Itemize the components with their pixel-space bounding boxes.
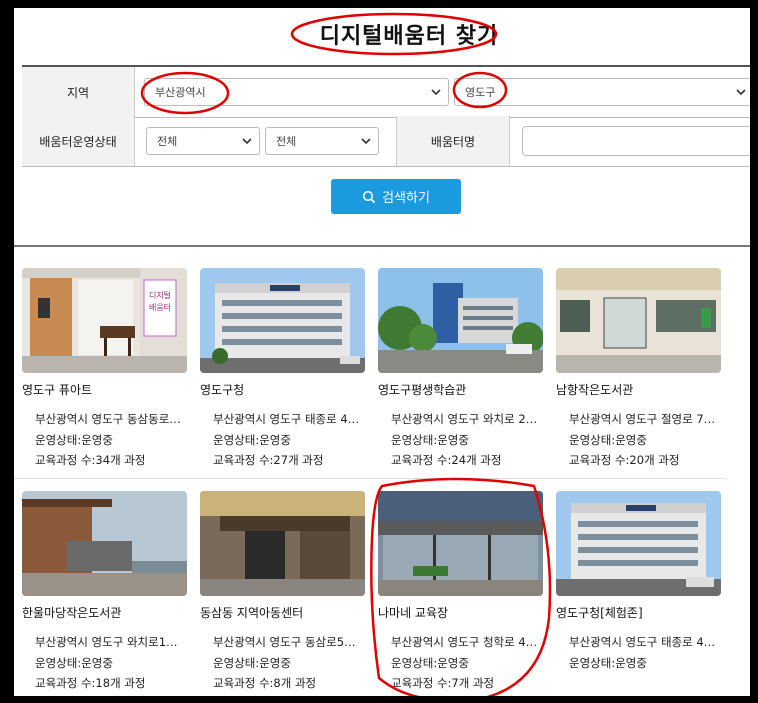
card-status: 운영상태:운영중 <box>391 656 469 670</box>
card-status: 운영상태:운영중 <box>35 433 113 447</box>
chevron-down-icon <box>431 89 441 96</box>
card-courses: 교육과정 수:8개 과정 <box>213 676 317 690</box>
card-status: 운영상태:운영중 <box>569 656 647 670</box>
region-row: 지역 부산광역시 영도구 <box>22 65 750 118</box>
search-button-label: 검색하기 <box>382 191 430 206</box>
card-title: 남항작은도서관 <box>556 383 634 397</box>
card-status: 운영상태:운영중 <box>213 433 291 447</box>
card-courses: 교육과정 수:7개 과정 <box>391 676 495 690</box>
card-courses: 교육과정 수:20개 과정 <box>569 453 680 467</box>
card-thumbnail: 디지털 배움터 <box>22 268 187 373</box>
card-address: 부산광역시 영도구 와치로1… <box>35 635 178 649</box>
card-title: 나마네 교육장 <box>378 606 449 620</box>
card-courses: 교육과정 수:34개 과정 <box>35 453 146 467</box>
card-address: 부산광역시 영도구 동삼동로… <box>35 412 181 426</box>
card-title: 영도구청[체험존] <box>556 606 643 620</box>
thumb-sign-1: 디지털 <box>149 290 171 300</box>
card-thumbnail <box>200 491 365 596</box>
card-address: 부산광역시 영도구 동삼로5… <box>213 635 356 649</box>
district-select[interactable]: 영도구 <box>454 78 750 106</box>
card-status: 운영상태:운영중 <box>569 433 647 447</box>
city-select-value: 부산광역시 <box>155 86 206 99</box>
card-address: 부산광역시 영도구 태종로 4… <box>213 412 360 426</box>
search-icon <box>362 190 376 203</box>
page: 디지털배움터 찾기 지역 부산광역시 영도구 배움터운영상태 전체 전체 배움터… <box>14 8 750 696</box>
chevron-down-icon <box>361 138 371 145</box>
divider <box>14 245 750 247</box>
card-title: 영도구평생학습관 <box>378 383 467 397</box>
card-thumbnail <box>200 268 365 373</box>
card-title: 영도구청 <box>200 383 245 397</box>
city-select[interactable]: 부산광역시 <box>144 78 449 106</box>
card-status: 운영상태:운영중 <box>35 656 113 670</box>
card-status: 운영상태:운영중 <box>213 656 291 670</box>
card-address: 부산광역시 영도구 와치로 2… <box>391 412 538 426</box>
card-thumbnail <box>378 268 543 373</box>
status-select-2-value: 전체 <box>276 135 297 148</box>
card-address: 부산광역시 영도구 태종로 4… <box>569 635 716 649</box>
row-separator <box>14 478 726 479</box>
card-address: 부산광역시 영도구 청학로 4… <box>391 635 538 649</box>
card-thumbnail <box>22 491 187 596</box>
card-thumbnail <box>378 491 543 596</box>
card-courses: 교육과정 수:27개 과정 <box>213 453 324 467</box>
card-title: 영도구 퓨아트 <box>22 383 93 397</box>
card-thumbnail <box>556 491 721 596</box>
status-select-1-value: 전체 <box>157 135 178 148</box>
status-row: 배움터운영상태 전체 전체 배움터명 <box>22 116 750 167</box>
name-label: 배움터명 <box>396 116 510 166</box>
card-courses: 교육과정 수:18개 과정 <box>35 676 146 690</box>
card-courses: 교육과정 수:24개 과정 <box>391 453 502 467</box>
card-address: 부산광역시 영도구 절영로 7… <box>569 412 716 426</box>
status-label: 배움터운영상태 <box>22 116 135 166</box>
status-select-1[interactable]: 전체 <box>146 127 260 155</box>
name-input[interactable] <box>522 126 750 156</box>
card-thumbnail <box>556 268 721 373</box>
thumb-sign-2: 배움터 <box>149 303 171 312</box>
page-title: 디지털배움터 찾기 <box>319 24 499 49</box>
card-status: 운영상태:운영중 <box>391 433 469 447</box>
status-select-2[interactable]: 전체 <box>265 127 379 155</box>
chevron-down-icon <box>736 89 746 96</box>
district-select-value: 영도구 <box>465 86 496 99</box>
search-button[interactable]: 검색하기 <box>331 179 461 214</box>
card-title: 동삼동 지역아동센터 <box>200 606 304 620</box>
region-label: 지역 <box>22 67 135 117</box>
card-title: 한울마당작은도서관 <box>22 606 122 620</box>
chevron-down-icon <box>242 138 252 145</box>
